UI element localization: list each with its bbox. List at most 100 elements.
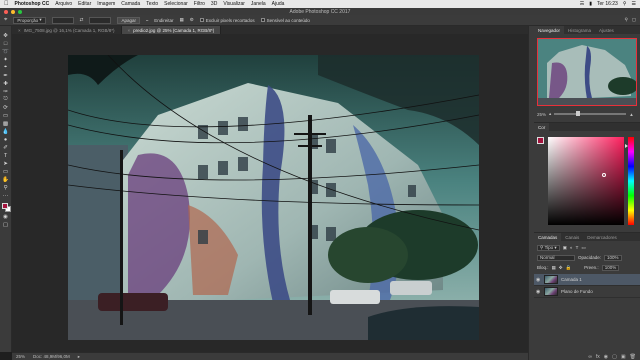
menu-app-name[interactable]: Photoshop CC (15, 1, 50, 7)
document-image[interactable] (68, 55, 479, 340)
search-icon[interactable]: ⚲ (624, 17, 627, 23)
zoom-in-icon[interactable]: ▲ (629, 112, 633, 117)
menu-layer[interactable]: Camada (121, 1, 140, 7)
crop-tool-icon[interactable]: ⌖ (4, 17, 7, 24)
trash-icon[interactable]: 🗑 (630, 354, 636, 360)
tab-layers[interactable]: Camadas (534, 233, 562, 241)
menu-image[interactable]: Imagem (97, 1, 115, 7)
quick-mask-icon[interactable]: ◉ (1, 213, 10, 220)
hand-tool-icon[interactable]: ✋ (1, 176, 10, 183)
menu-list-icon[interactable]: ☰ (632, 1, 636, 7)
menu-view[interactable]: Visualizar (223, 1, 245, 7)
blend-mode-select[interactable]: Normal (537, 254, 575, 261)
navigator-thumbnail[interactable] (537, 38, 637, 106)
menu-window[interactable]: Janela (251, 1, 266, 7)
layer-filter-select[interactable]: ⚲ Tipo ▾ (537, 244, 560, 251)
menu-file[interactable]: Arquivo (55, 1, 72, 7)
saturation-brightness-field[interactable] (548, 137, 624, 225)
lock-pixels-icon[interactable]: ▦ (552, 265, 556, 271)
minimize-window-icon[interactable] (11, 9, 15, 14)
overlay-grid-icon[interactable]: ▦ (179, 17, 183, 23)
navigator-zoom-value[interactable]: 25% (537, 112, 546, 117)
pen-tool-icon[interactable]: ✐ (1, 144, 10, 151)
battery-icon[interactable]: ▮ (589, 1, 592, 7)
zoom-slider-handle[interactable] (576, 111, 581, 117)
straighten-button[interactable]: Endireitar (154, 18, 173, 23)
gradient-tool-icon[interactable]: ▩ (1, 120, 10, 127)
opacity-field[interactable]: 100% (604, 254, 622, 261)
eyedropper-tool-icon[interactable]: ✒ (1, 72, 10, 79)
zoom-tool-icon[interactable]: ⚲ (1, 184, 10, 191)
swap-icon[interactable]: ⇄ (80, 17, 84, 23)
eye-icon[interactable]: ◉ (536, 277, 541, 283)
type-tool-icon[interactable]: T (1, 152, 10, 159)
tab-adjustments[interactable]: Ajustes (595, 26, 618, 34)
close-window-icon[interactable] (4, 9, 8, 14)
new-layer-icon[interactable]: ▣ (621, 354, 626, 360)
tab-navigator[interactable]: Navegador (534, 26, 565, 34)
blur-tool-icon[interactable]: 💧 (1, 128, 10, 135)
eraser-tool-icon[interactable]: ▭ (1, 112, 10, 119)
move-tool-icon[interactable]: ✥ (1, 32, 10, 39)
layer-thumbnail[interactable] (544, 275, 558, 284)
quick-select-tool-icon[interactable]: ✦ (1, 56, 10, 63)
marquee-tool-icon[interactable]: □ (1, 40, 10, 47)
eye-icon[interactable]: ◉ (536, 289, 541, 295)
lasso-tool-icon[interactable]: ➰ (1, 48, 10, 55)
tab-histogram[interactable]: Histograma (564, 26, 595, 34)
checkbox-box[interactable] (199, 18, 204, 22)
menu-3d[interactable]: 3D (211, 1, 217, 7)
link-icon[interactable]: ∞ (588, 354, 592, 360)
layer-row[interactable]: ◉ Plano de Fundo (534, 286, 640, 298)
new-group-icon[interactable]: ▢ (612, 354, 617, 360)
more-tools-icon[interactable]: ⋯ (1, 192, 10, 199)
close-icon[interactable]: × (128, 28, 131, 33)
filter-adjust-icon[interactable]: ◐ (570, 245, 573, 250)
layer-name[interactable]: Plano de Fundo (561, 289, 593, 294)
delete-cropped-checkbox[interactable]: Excluir pixels recortados (199, 18, 255, 23)
menu-type[interactable]: Texto (146, 1, 158, 7)
foreground-color-swatch[interactable] (537, 137, 544, 144)
lock-all-icon[interactable]: 🔒 (566, 265, 572, 271)
clear-button[interactable]: Apagar (117, 16, 140, 24)
lock-move-icon[interactable]: ✥ (559, 265, 563, 271)
menu-clock[interactable]: Ter 16:23 (597, 1, 618, 7)
filter-pixel-icon[interactable]: ▣ (563, 245, 567, 251)
zoom-out-icon[interactable]: ▴ (549, 111, 551, 117)
ratio-select[interactable]: Proporção ▾ (13, 16, 46, 24)
zoom-window-icon[interactable] (18, 9, 22, 14)
tab-predio2[interactable]: × predio2.jpg @ 25% (Camada 1, RGB/8*) (121, 26, 222, 34)
tab-channels[interactable]: Canais (561, 233, 583, 241)
navigator-view-box[interactable] (537, 38, 637, 106)
canvas-area[interactable] (12, 34, 528, 352)
workspace-icon[interactable]: ▢ (632, 17, 636, 23)
tab-paths[interactable]: Demarcadores (583, 233, 621, 241)
screen-mode-icon[interactable]: ▢ (1, 221, 10, 228)
fx-icon[interactable]: fx (596, 354, 600, 360)
menu-filter[interactable]: Filtro (194, 1, 205, 7)
tab-img-7508[interactable]: × IMG_7508.jpg @ 16,1% (Camada 1, RGB/8*… (12, 26, 122, 34)
layer-name[interactable]: Camada 1 (561, 277, 582, 282)
chevron-right-icon[interactable]: ▸ (78, 354, 80, 360)
search-icon[interactable]: ⚲ (623, 1, 627, 7)
filter-type-icon[interactable]: T (576, 245, 579, 250)
history-brush-tool-icon[interactable]: ⟳ (1, 104, 10, 111)
menu-select[interactable]: Selecionar (164, 1, 188, 7)
shape-tool-icon[interactable]: ▭ (1, 168, 10, 175)
settings-gear-icon[interactable]: ⚙ (190, 17, 194, 23)
healing-tool-icon[interactable]: ✚ (1, 80, 10, 87)
width-field[interactable] (51, 16, 74, 24)
brush-tool-icon[interactable]: ✑ (1, 88, 10, 95)
menu-edit[interactable]: Editar (78, 1, 91, 7)
dodge-tool-icon[interactable]: ● (1, 136, 10, 143)
hue-slider[interactable] (628, 137, 634, 225)
zoom-level[interactable]: 25% (16, 354, 25, 359)
stamp-tool-icon[interactable]: ⎋ (1, 96, 10, 103)
navigator-zoom-slider[interactable] (554, 111, 627, 117)
document-info[interactable]: Doc: 48,9M/96,0M (33, 354, 70, 359)
foreground-color-swatch[interactable] (1, 203, 8, 209)
content-aware-checkbox[interactable]: Sensível ao conteúdo (260, 18, 310, 23)
wifi-icon[interactable]: ☴ (580, 1, 584, 7)
mask-icon[interactable]: ◉ (604, 354, 608, 360)
layer-thumbnail[interactable] (544, 287, 558, 296)
